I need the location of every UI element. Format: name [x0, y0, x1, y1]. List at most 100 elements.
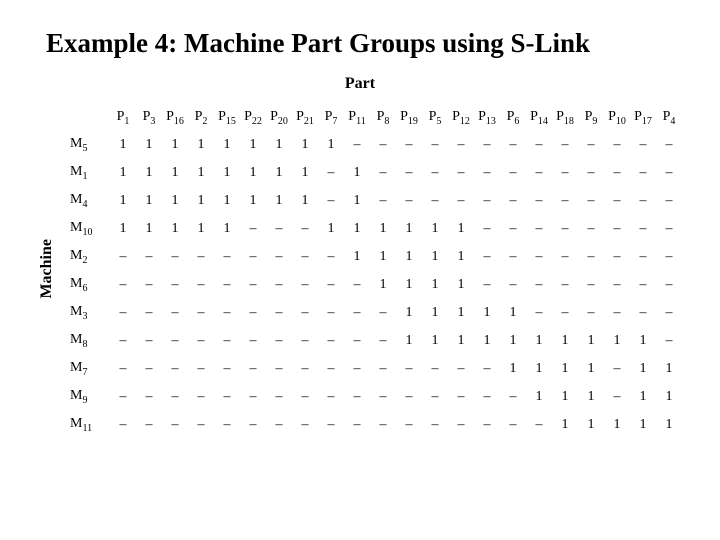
matrix-cell: 1	[110, 159, 136, 187]
matrix-cell: –	[656, 131, 682, 159]
matrix-cell: 1	[630, 327, 656, 355]
matrix-cell: 1	[214, 187, 240, 215]
matrix-cell: 1	[370, 243, 396, 271]
matrix-cell: –	[448, 187, 474, 215]
matrix-cell: –	[656, 271, 682, 299]
matrix-cell: 1	[526, 327, 552, 355]
matrix-cell: –	[188, 411, 214, 439]
matrix-cell: –	[318, 159, 344, 187]
table-row: M3–––––––––––11111––––––	[66, 299, 682, 327]
matrix-cell: 1	[526, 355, 552, 383]
matrix-cell: –	[500, 383, 526, 411]
matrix-cell: –	[422, 131, 448, 159]
matrix-cell: –	[188, 355, 214, 383]
matrix-cell: –	[266, 243, 292, 271]
matrix-cell: –	[578, 243, 604, 271]
matrix-cell: 1	[656, 411, 682, 439]
column-header: P12	[448, 99, 474, 131]
matrix-cell: –	[136, 355, 162, 383]
row-header: M11	[66, 411, 110, 439]
matrix-cell: –	[292, 327, 318, 355]
column-header: P3	[136, 99, 162, 131]
matrix-cell: 1	[344, 187, 370, 215]
matrix-cell: –	[578, 271, 604, 299]
matrix-cell: –	[266, 299, 292, 327]
matrix-cell: –	[318, 187, 344, 215]
corner-cell	[66, 99, 110, 131]
matrix-cell: –	[500, 215, 526, 243]
matrix-cell: 1	[396, 243, 422, 271]
matrix-cell: 1	[656, 383, 682, 411]
matrix-cell: –	[214, 243, 240, 271]
matrix-cell: –	[110, 327, 136, 355]
matrix-cell: –	[266, 411, 292, 439]
matrix-cell: –	[240, 271, 266, 299]
matrix-cell: –	[552, 159, 578, 187]
matrix-cell: –	[162, 411, 188, 439]
matrix-cell: –	[136, 243, 162, 271]
matrix-cell: 1	[240, 131, 266, 159]
matrix-cell: –	[162, 271, 188, 299]
matrix-cell: –	[136, 383, 162, 411]
matrix-cell: –	[370, 327, 396, 355]
matrix-cell: 1	[266, 159, 292, 187]
matrix-cell: –	[552, 187, 578, 215]
matrix-cell: –	[110, 355, 136, 383]
matrix-cell: –	[188, 271, 214, 299]
matrix-cell: –	[396, 187, 422, 215]
table-row: M411111111–1––––––––––––	[66, 187, 682, 215]
matrix-cell: –	[240, 215, 266, 243]
matrix-cell: –	[500, 187, 526, 215]
matrix-cell: 1	[188, 131, 214, 159]
machine-part-matrix: P1P3P16P2P15P22P20P21P7P11P8P19P5P12P13P…	[66, 99, 682, 439]
matrix-cell: 1	[552, 383, 578, 411]
table-row: M9––––––––––––––––111–11	[66, 383, 682, 411]
matrix-cell: 1	[188, 187, 214, 215]
matrix-cell: –	[630, 187, 656, 215]
matrix-cell: 1	[266, 187, 292, 215]
matrix-cell: –	[162, 243, 188, 271]
matrix-cell: 1	[474, 327, 500, 355]
matrix-cell: 1	[552, 411, 578, 439]
matrix-cell: –	[630, 215, 656, 243]
matrix-cell: –	[656, 187, 682, 215]
column-header: P4	[656, 99, 682, 131]
matrix-cell: –	[500, 271, 526, 299]
matrix-cell: –	[214, 383, 240, 411]
matrix-cell: –	[162, 299, 188, 327]
matrix-cell: –	[578, 159, 604, 187]
column-header: P17	[630, 99, 656, 131]
matrix-cell: –	[318, 383, 344, 411]
matrix-cell: –	[578, 215, 604, 243]
matrix-cell: 1	[422, 271, 448, 299]
matrix-cell: –	[526, 215, 552, 243]
matrix-cell: –	[422, 187, 448, 215]
matrix-cell: –	[110, 411, 136, 439]
matrix-cell: 1	[422, 327, 448, 355]
matrix-cell: 1	[422, 215, 448, 243]
matrix-cell: 1	[578, 355, 604, 383]
matrix-cell: –	[552, 299, 578, 327]
matrix-cell: 1	[448, 299, 474, 327]
matrix-cell: 1	[578, 327, 604, 355]
matrix-cell: –	[162, 327, 188, 355]
table-row: M11–––––––––––––––––11111	[66, 411, 682, 439]
column-header: P21	[292, 99, 318, 131]
matrix-cell: –	[292, 271, 318, 299]
matrix-cell: 1	[422, 243, 448, 271]
matrix-cell: 1	[162, 159, 188, 187]
row-header: M4	[66, 187, 110, 215]
matrix-cell: –	[604, 243, 630, 271]
matrix-cell: –	[656, 299, 682, 327]
matrix-cell: 1	[448, 271, 474, 299]
matrix-cell: –	[604, 271, 630, 299]
matrix-cell: –	[370, 131, 396, 159]
matrix-cell: –	[188, 383, 214, 411]
matrix-cell: –	[344, 327, 370, 355]
matrix-cell: 1	[136, 215, 162, 243]
matrix-cell: 1	[604, 411, 630, 439]
matrix-cell: –	[370, 383, 396, 411]
matrix-cell: –	[318, 411, 344, 439]
matrix-cell: –	[136, 299, 162, 327]
matrix-cell: –	[604, 383, 630, 411]
